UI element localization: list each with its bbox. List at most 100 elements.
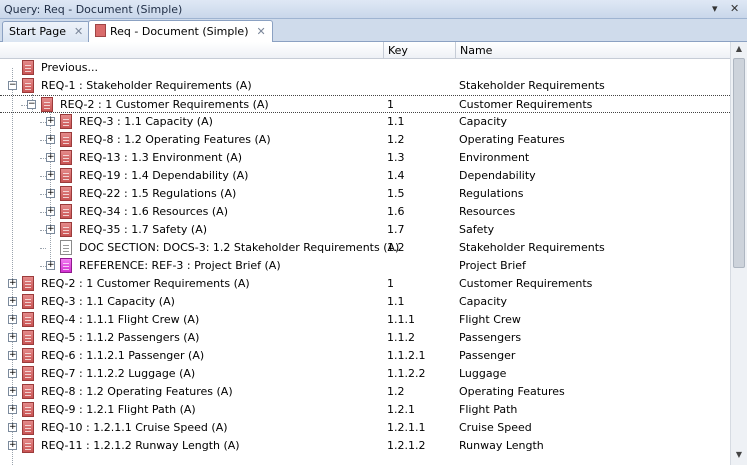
tab-close-icon[interactable]: ✕ bbox=[257, 25, 266, 38]
tree-row-name: Stakeholder Requirements bbox=[459, 79, 605, 92]
tree-row[interactable]: + REQ-3 : 1.1 Capacity (A) 1.1 Capacity bbox=[0, 113, 730, 131]
vertical-scrollbar[interactable]: ▲ ▼ bbox=[730, 42, 747, 465]
tree-row[interactable]: + REQ-13 : 1.3 Environment (A) 1.3 Environm… bbox=[0, 149, 730, 167]
tree-row[interactable]: + REQ-8 : 1.2 Operating Features (A) 1.2 Op… bbox=[0, 131, 730, 149]
collapse-icon[interactable]: − bbox=[8, 81, 17, 90]
tree-row-label: REQ-1 : Stakeholder Requirements (A) bbox=[41, 79, 252, 92]
reference-icon bbox=[60, 258, 72, 273]
tree-row[interactable]: + REQ-22 : 1.5 Regulations (A) 1.5 Regulati… bbox=[0, 185, 730, 203]
column-header-name[interactable]: Name bbox=[455, 42, 730, 58]
expand-icon[interactable]: + bbox=[46, 171, 55, 180]
column-header: Key Name bbox=[0, 42, 730, 59]
tree-row-label: REQ-34 : 1.6 Resources (A) bbox=[79, 205, 228, 218]
tree-row-label: REQ-8 : 1.2 Operating Features (A) bbox=[41, 385, 233, 398]
tree-row-name: Capacity bbox=[459, 295, 508, 308]
scroll-up-icon[interactable]: ▲ bbox=[733, 44, 745, 56]
tree-row-key: 1.4 bbox=[387, 169, 405, 182]
tree-row[interactable]: + REQ-35 : 1.7 Safety (A) 1.7 Safety bbox=[0, 221, 730, 239]
minimize-icon[interactable]: ▾ bbox=[712, 2, 718, 15]
tree-row[interactable]: − REQ-1 : Stakeholder Requirements (A) Sta… bbox=[0, 77, 730, 95]
tree-row[interactable]: + REQ-10 : 1.2.1.1 Cruise Speed (A) 1.2.1.… bbox=[0, 419, 730, 437]
requirement-icon bbox=[60, 168, 72, 183]
tree-row-label: REQ-7 : 1.1.2.2 Luggage (A) bbox=[41, 367, 196, 380]
tree-row-name: Passenger bbox=[459, 349, 516, 362]
requirement-icon bbox=[60, 222, 72, 237]
expand-icon[interactable]: + bbox=[46, 117, 55, 126]
expand-icon[interactable]: + bbox=[46, 135, 55, 144]
tree-row-key: 1.1 bbox=[387, 115, 405, 128]
tree-row-name: Dependability bbox=[459, 169, 536, 182]
tree-row-key: 1.2.1.2 bbox=[387, 439, 426, 452]
expand-icon[interactable]: + bbox=[8, 351, 17, 360]
tree-row-key: 1.3 bbox=[387, 151, 405, 164]
expand-icon[interactable]: + bbox=[8, 441, 17, 450]
tree-row-key: 1.1.2.1 bbox=[387, 349, 426, 362]
tree-row[interactable]: + REQ-4 : 1.1.1 Flight Crew (A) 1.1.1 Fligh… bbox=[0, 311, 730, 329]
tree-row-key: 1.6 bbox=[387, 205, 405, 218]
expand-icon[interactable]: + bbox=[8, 279, 17, 288]
tree-row[interactable]: + REFERENCE: REF-3 : Project Brief (A) Pro… bbox=[0, 257, 730, 275]
tree-row-key: 1.1.2.2 bbox=[387, 367, 426, 380]
tab-close-icon[interactable]: ✕ bbox=[74, 25, 83, 38]
tree-row-name: Customer Requirements bbox=[459, 277, 593, 290]
expand-icon[interactable]: + bbox=[8, 387, 17, 396]
requirement-icon bbox=[22, 420, 34, 435]
tree-row-name: Resources bbox=[459, 205, 516, 218]
tree-row-name: Project Brief bbox=[459, 259, 526, 272]
requirement-icon bbox=[22, 60, 34, 75]
scroll-thumb[interactable] bbox=[733, 58, 745, 268]
tree-row[interactable]: + REQ-3 : 1.1 Capacity (A) 1.1 Capacity bbox=[0, 293, 730, 311]
tree-row-key: 1.1 bbox=[387, 295, 405, 308]
tree-row[interactable]: − REQ-2 : 1 Customer Requirements (A) 1 Cus… bbox=[0, 95, 730, 113]
tab-strip: Start Page ✕ Req - Document (Simple) ✕ bbox=[0, 19, 747, 43]
expand-icon[interactable]: + bbox=[8, 315, 17, 324]
tab-start-page[interactable]: Start Page ✕ bbox=[2, 21, 91, 42]
document-icon bbox=[95, 24, 106, 37]
tree-row[interactable]: + REQ-19 : 1.4 Dependability (A) 1.4 Depend… bbox=[0, 167, 730, 185]
expand-icon[interactable]: + bbox=[8, 297, 17, 306]
scroll-down-icon[interactable]: ▼ bbox=[733, 450, 745, 462]
tree-row-label: REQ-22 : 1.5 Regulations (A) bbox=[79, 187, 237, 200]
expand-icon[interactable]: + bbox=[46, 189, 55, 198]
requirement-icon bbox=[22, 348, 34, 363]
tree-row[interactable]: + REQ-11 : 1.2.1.2 Runway Length (A) 1.2.1… bbox=[0, 437, 730, 455]
requirement-icon bbox=[22, 330, 34, 345]
tree-row[interactable]: + REQ-6 : 1.1.2.1 Passenger (A) 1.1.2.1 Pas… bbox=[0, 347, 730, 365]
tree-row[interactable]: DOC SECTION: DOCS-3: 1.2 Stakeholder Req… bbox=[0, 239, 730, 257]
column-header-tree[interactable] bbox=[0, 42, 383, 58]
tree-row-name: Operating Features bbox=[459, 133, 565, 146]
column-header-key[interactable]: Key bbox=[383, 42, 455, 58]
tree-row[interactable]: Previous... bbox=[0, 59, 730, 77]
tab-req-document[interactable]: Req - Document (Simple) ✕ bbox=[88, 20, 273, 43]
tree-row-name: Flight Path bbox=[459, 403, 518, 416]
requirement-icon bbox=[60, 114, 72, 129]
tree-row[interactable]: + REQ-34 : 1.6 Resources (A) 1.6 Resources bbox=[0, 203, 730, 221]
tree-row[interactable]: + REQ-5 : 1.1.2 Passengers (A) 1.1.2 Passen… bbox=[0, 329, 730, 347]
requirement-icon bbox=[60, 132, 72, 147]
expand-icon[interactable]: + bbox=[46, 225, 55, 234]
expand-icon[interactable]: + bbox=[46, 153, 55, 162]
window-titlebar: Query: Req - Document (Simple) ▾ ✕ bbox=[0, 0, 747, 19]
expand-icon[interactable]: + bbox=[8, 423, 17, 432]
tree-row-key: 1 bbox=[387, 98, 394, 111]
tree-row-label: REQ-35 : 1.7 Safety (A) bbox=[79, 223, 208, 236]
window-title: Query: Req - Document (Simple) bbox=[4, 3, 183, 16]
expand-icon[interactable]: + bbox=[8, 333, 17, 342]
collapse-icon[interactable]: − bbox=[27, 100, 36, 109]
tree-row[interactable]: + REQ-7 : 1.1.2.2 Luggage (A) 1.1.2.2 Lugga… bbox=[0, 365, 730, 383]
expand-icon[interactable]: + bbox=[8, 405, 17, 414]
tree-row-name: Safety bbox=[459, 223, 495, 236]
tree-row-label: REQ-2 : 1 Customer Requirements (A) bbox=[60, 98, 269, 111]
requirement-icon bbox=[60, 186, 72, 201]
expand-icon[interactable]: + bbox=[46, 261, 55, 270]
requirement-icon bbox=[22, 384, 34, 399]
tree-row[interactable]: + REQ-2 : 1 Customer Requirements (A) 1 Cus… bbox=[0, 275, 730, 293]
expand-icon[interactable]: + bbox=[8, 369, 17, 378]
tree-row[interactable]: + REQ-9 : 1.2.1 Flight Path (A) 1.2.1 Fligh… bbox=[0, 401, 730, 419]
tree-row-name: Passengers bbox=[459, 331, 522, 344]
expand-icon[interactable]: + bbox=[46, 207, 55, 216]
tree-row[interactable]: + REQ-8 : 1.2 Operating Features (A) 1.2 Op… bbox=[0, 383, 730, 401]
close-window-icon[interactable]: ✕ bbox=[730, 2, 739, 15]
tree-row-label: DOC SECTION: DOCS-3: 1.2 Stakeholder Req… bbox=[79, 241, 400, 254]
requirement-icon bbox=[22, 366, 34, 381]
